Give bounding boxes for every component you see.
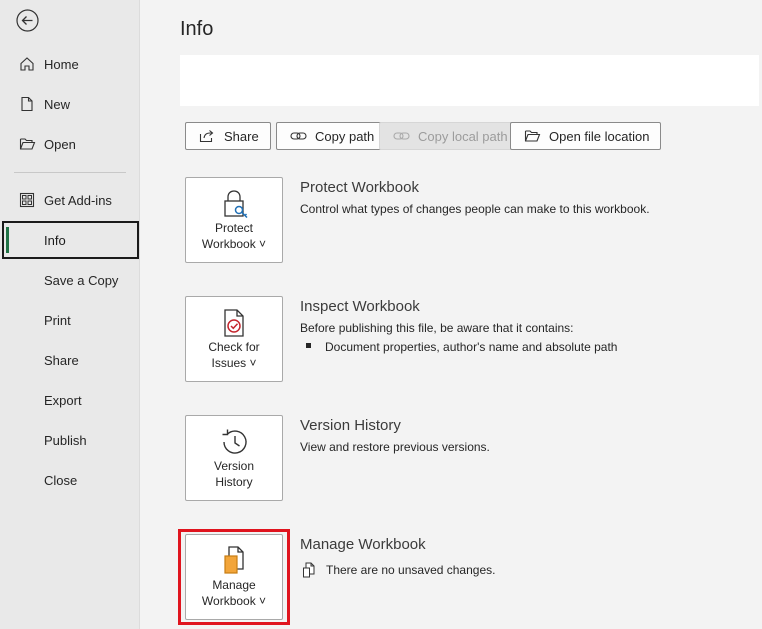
version-history-desc: View and restore previous versions. [300,440,490,454]
copy-local-path-button[interactable]: Copy local path [379,122,520,150]
inspect-button-line1: Check for [208,340,260,354]
sidebar-item-get-add-ins[interactable]: Get Add-ins [2,181,139,219]
sidebar-item-new[interactable]: New [2,85,139,123]
folder-open-icon [18,135,36,153]
sidebar-item-label: Get Add-ins [44,192,112,208]
home-icon [18,55,36,73]
sidebar-item-share[interactable]: Share [2,341,139,379]
sidebar-item-label: Info [44,232,66,248]
bullet-marker [306,343,311,348]
version-button-line1: Version [213,459,255,473]
inspect-workbook-desc: Before publishing this file, be aware th… [300,321,574,335]
open-file-location-button[interactable]: Open file location [510,122,662,150]
sidebar-item-close[interactable]: Close [2,461,139,499]
sidebar-item-label: Print [44,312,71,328]
sidebar-item-label: Open [44,136,76,152]
sidebar-item-export[interactable]: Export [2,381,139,419]
share-button-label: Share [224,128,259,144]
document-icon [302,562,316,578]
manage-workbook-highlight [178,529,290,625]
version-history-button[interactable]: Version History [185,415,283,501]
sidebar-item-label: Export [44,392,82,408]
copy-path-button-label: Copy path [315,128,375,144]
copy-path-button[interactable]: Copy path [276,122,387,150]
sidebar-divider [14,172,126,173]
sidebar-item-label: Close [44,472,78,488]
new-doc-icon [18,95,36,113]
check-for-issues-button[interactable]: Check for Issues ˅ [185,296,283,382]
share-button[interactable]: Share [185,122,271,150]
sidebar-item-info[interactable]: Info [2,221,139,259]
copy-local-path-button-label: Copy local path [418,128,508,144]
sidebar-item-save-a-copy[interactable]: Save a Copy [2,261,139,299]
page-title: Info [180,18,214,40]
document-check-icon [218,307,250,339]
version-history-title: Version History [300,417,401,434]
sidebar-item-label: New [44,96,71,112]
protect-button-line2: Workbook ˅ [201,237,267,251]
inspect-bullet-text: Document properties, author's name and a… [325,340,618,354]
protect-workbook-desc: Control what types of changes people can… [300,202,650,216]
sidebar-item-label: Share [44,352,79,368]
lock-key-icon [218,188,250,220]
sidebar-item-publish[interactable]: Publish [2,421,139,459]
link-icon [393,128,411,144]
manage-workbook-title: Manage Workbook [300,536,426,553]
sidebar-item-open[interactable]: Open [2,125,139,163]
open-file-location-button-label: Open file location [549,128,650,144]
add-ins-grid-icon [18,191,36,209]
link-icon [290,128,308,144]
version-button-line2: History [215,475,253,489]
protect-workbook-button[interactable]: Protect Workbook ˅ [185,177,283,263]
sidebar-item-label: Save a Copy [44,272,119,288]
inspect-button-line2: Issues ˅ [211,356,257,370]
protect-workbook-title: Protect Workbook [300,179,419,196]
back-arrow-icon[interactable] [16,9,39,32]
sidebar-item-print[interactable]: Print [2,301,139,339]
sidebar-item-label: Publish [44,432,87,448]
backstage-sidebar: Home New Open Get Add-ins Info Save a Co… [0,0,140,629]
manage-workbook-desc: There are no unsaved changes. [326,563,496,577]
folder-open-icon [524,128,542,144]
history-clock-icon [218,426,250,458]
protect-button-line1: Protect [214,221,253,235]
sidebar-item-home[interactable]: Home [2,45,139,83]
inspect-workbook-title: Inspect Workbook [300,298,420,315]
sidebar-item-label: Home [44,56,79,72]
share-icon [199,128,217,144]
file-path-box [180,55,759,106]
